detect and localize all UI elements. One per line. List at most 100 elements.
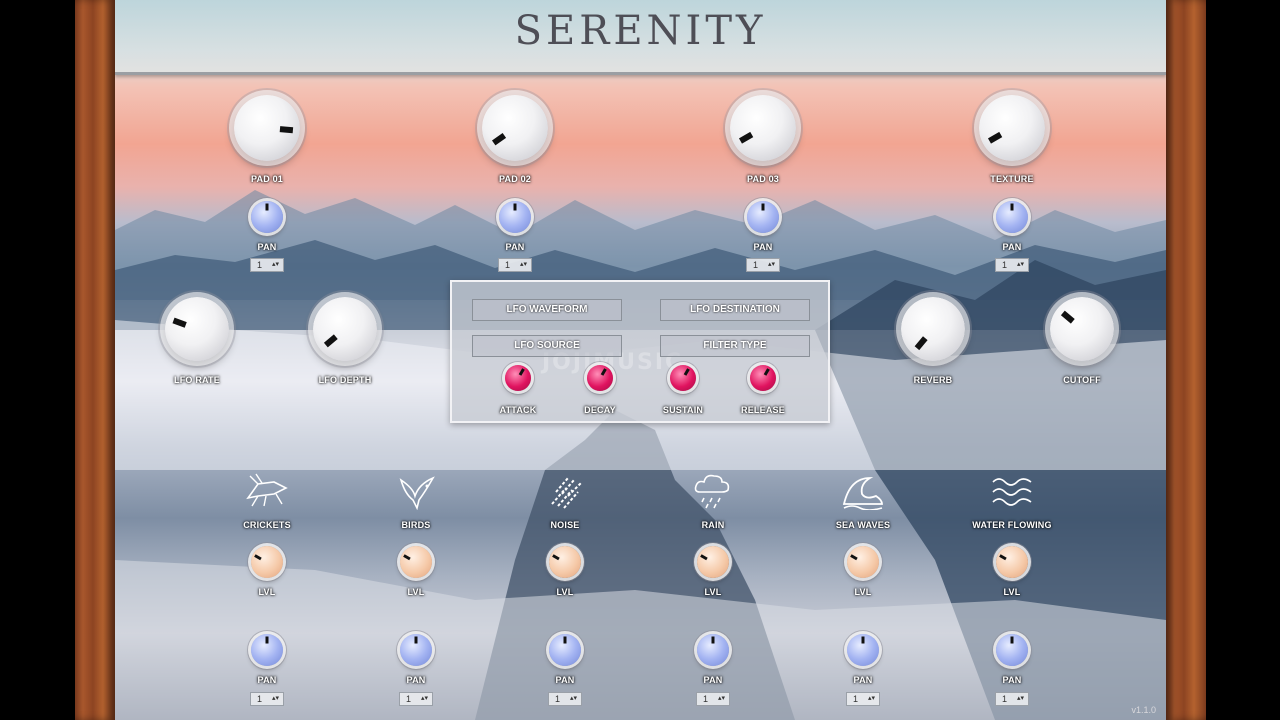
side-knob-2[interactable]	[313, 297, 377, 361]
pad-label: TEXTURE	[990, 174, 1034, 184]
ambience-label: RAIN	[701, 520, 725, 530]
pad-pan-knob-3[interactable]	[747, 201, 779, 233]
select-value: 1	[406, 694, 412, 704]
knob-pointer	[1060, 310, 1075, 324]
ambience-pan-knob-5[interactable]	[847, 634, 879, 666]
ambience-channel-select-1[interactable]: 1 ▴▾	[250, 692, 284, 706]
knob-pointer	[761, 203, 765, 210]
pan-label: PAN	[1002, 242, 1022, 252]
lfo-destination-button[interactable]: LFO DESTINATION	[660, 299, 810, 321]
select-value: 1	[1002, 694, 1008, 704]
knob-pointer	[254, 553, 262, 560]
pan-label: PAN	[257, 675, 277, 685]
side-knob-4[interactable]	[1050, 297, 1114, 361]
bird-icon	[393, 470, 439, 511]
knob-pointer	[1010, 636, 1014, 643]
pad-channel-select-3[interactable]: 1 ▴▾	[746, 258, 780, 272]
stepper-arrows-icon: ▴▾	[767, 261, 775, 268]
pad-pan-knob-4[interactable]	[996, 201, 1028, 233]
knob-pointer	[491, 132, 507, 146]
lvl-label: LVL	[556, 587, 574, 597]
ambience-pan-knob-4[interactable]	[697, 634, 729, 666]
pad-channel-select-1[interactable]: 1 ▴▾	[250, 258, 284, 272]
ambience-pan-knob-2[interactable]	[400, 634, 432, 666]
ambience-pan-knob-6[interactable]	[996, 634, 1028, 666]
env-knob-attack[interactable]	[505, 365, 531, 391]
ambience-pan-knob-1[interactable]	[251, 634, 283, 666]
pad-knob-2[interactable]	[482, 95, 548, 161]
knob-pointer	[552, 553, 560, 560]
ambience-channel-select-2[interactable]: 1 ▴▾	[399, 692, 433, 706]
ambience-label: SEA WAVES	[835, 520, 891, 530]
pad-knob-4[interactable]	[979, 95, 1045, 161]
knob-pointer	[403, 553, 411, 560]
ambience-channel-select-3[interactable]: 1 ▴▾	[548, 692, 582, 706]
ambience-channel-select-6[interactable]: 1 ▴▾	[995, 692, 1029, 706]
stepper-arrows-icon: ▴▾	[1016, 261, 1024, 268]
pad-knob-3[interactable]	[730, 95, 796, 161]
side-knob-3[interactable]	[901, 297, 965, 361]
ambience-lvl-knob-4[interactable]	[697, 546, 729, 578]
lfo-source-button[interactable]: LFO SOURCE	[472, 335, 622, 357]
ambience-lvl-knob-5[interactable]	[847, 546, 879, 578]
pad-label: PAD 02	[498, 174, 532, 184]
stepper-arrows-icon: ▴▾	[1016, 695, 1024, 702]
pad-pan-knob-1[interactable]	[251, 201, 283, 233]
lfo-waveform-button[interactable]: LFO WAVEFORM	[472, 299, 622, 321]
knob-pointer	[600, 367, 607, 376]
lvl-label: LVL	[407, 587, 425, 597]
env-knob-decay[interactable]	[587, 365, 613, 391]
cricket-icon	[244, 470, 290, 510]
app-title: SERENITY	[514, 8, 767, 54]
env-label: ATTACK	[499, 405, 537, 415]
stepper-arrows-icon: ▴▾	[867, 695, 875, 702]
select-value: 1	[505, 260, 511, 270]
ambience-lvl-knob-2[interactable]	[400, 546, 432, 578]
pad-channel-select-4[interactable]: 1 ▴▾	[995, 258, 1029, 272]
water-flow-icon	[989, 470, 1035, 510]
select-value: 1	[753, 260, 759, 270]
knob-pointer	[563, 636, 567, 643]
ambience-lvl-knob-1[interactable]	[251, 546, 283, 578]
knob-pointer	[914, 336, 928, 351]
env-label: SUSTAIN	[662, 405, 704, 415]
stepper-arrows-icon: ▴▾	[420, 695, 428, 702]
knob-pointer	[861, 636, 865, 643]
pan-label: PAN	[853, 675, 873, 685]
knob-pointer	[711, 636, 715, 643]
side-knob-label: REVERB	[913, 375, 953, 385]
pad-channel-select-2[interactable]: 1 ▴▾	[498, 258, 532, 272]
knob-pointer	[414, 636, 418, 643]
env-knob-release[interactable]	[750, 365, 776, 391]
ambience-pan-knob-3[interactable]	[549, 634, 581, 666]
env-knob-sustain[interactable]	[670, 365, 696, 391]
stepper-arrows-icon: ▴▾	[569, 695, 577, 702]
pad-knob-1[interactable]	[234, 95, 300, 161]
knob-pointer	[518, 367, 525, 376]
pan-label: PAN	[753, 242, 773, 252]
ambience-lvl-knob-3[interactable]	[549, 546, 581, 578]
pad-pan-knob-2[interactable]	[499, 201, 531, 233]
knob-pointer	[265, 203, 269, 210]
header-bar: SERENITY	[115, 0, 1166, 75]
pan-label: PAN	[703, 675, 723, 685]
ambience-label: WATER FLOWING	[972, 520, 1052, 530]
side-knob-label: LFO RATE	[174, 375, 220, 385]
select-value: 1	[853, 694, 859, 704]
knob-pointer	[323, 334, 338, 348]
filter-type-button[interactable]: FILTER TYPE	[660, 335, 810, 357]
lfo-panel: JOJIMUSIC LFO WAVEFORM LFO DESTINATION L…	[450, 280, 830, 423]
stepper-arrows-icon: ▴▾	[717, 695, 725, 702]
ambience-channel-select-5[interactable]: 1 ▴▾	[846, 692, 880, 706]
env-label: RELEASE	[741, 405, 785, 415]
pan-label: PAN	[257, 242, 277, 252]
ambience-channel-select-4[interactable]: 1 ▴▾	[696, 692, 730, 706]
side-knob-1[interactable]	[165, 297, 229, 361]
knob-pointer	[987, 131, 1003, 144]
ambience-lvl-knob-6[interactable]	[996, 546, 1028, 578]
knob-pointer	[700, 553, 708, 560]
knob-pointer	[172, 317, 187, 328]
ambience-label: BIRDS	[401, 520, 431, 530]
pan-label: PAN	[406, 675, 426, 685]
side-knob-label: CUTOFF	[1063, 375, 1101, 385]
